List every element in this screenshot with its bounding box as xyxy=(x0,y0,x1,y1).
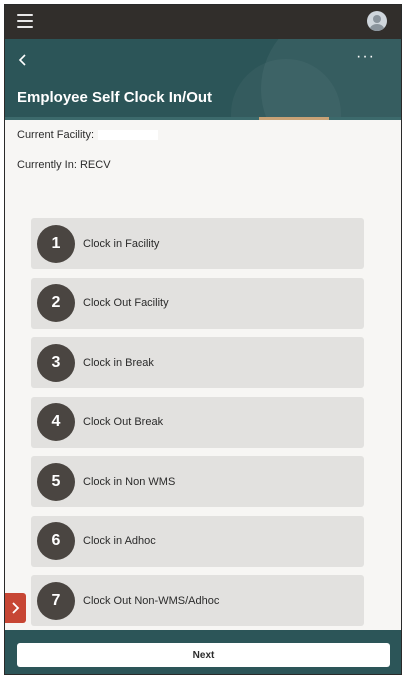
menu-item-number: 2 xyxy=(37,284,75,322)
page-header: ··· Employee Self Clock In/Out xyxy=(5,39,401,117)
menu-item-label: Clock Out Facility xyxy=(83,297,169,309)
chevron-right-icon xyxy=(12,602,20,614)
menu-item-clock-in-facility[interactable]: 1 Clock in Facility xyxy=(31,218,364,269)
menu-item-label: Clock in Non WMS xyxy=(83,475,176,488)
footer-bar: Next xyxy=(5,630,401,674)
redacted-facility-value xyxy=(98,130,159,141)
top-app-bar xyxy=(5,5,401,39)
more-options-button[interactable]: ··· xyxy=(356,49,375,68)
menu-item-clock-out-non-wms-adhoc[interactable]: 7 Clock Out Non-WMS/Adhoc xyxy=(31,575,364,626)
menu-item-label: Clock in Facility xyxy=(83,237,160,250)
menu-item-number: 7 xyxy=(37,581,75,620)
menu-item-label: Clock Out Break xyxy=(83,416,164,428)
back-button[interactable] xyxy=(15,52,31,68)
next-button[interactable]: Next xyxy=(17,643,390,667)
chevron-left-icon xyxy=(18,54,26,66)
menu-item-clock-out-break[interactable]: 4 Clock Out Break xyxy=(31,396,364,448)
menu-item-number: 1 xyxy=(37,224,75,263)
menu-item-label: Clock in Break xyxy=(83,356,154,369)
menu-item-label: Clock Out Non-WMS/Adhoc xyxy=(83,594,220,607)
hamburger-icon[interactable] xyxy=(17,14,33,28)
currently-in-status: Currently In: RECV xyxy=(17,159,111,171)
side-drawer-toggle[interactable] xyxy=(5,593,26,623)
menu-item-clock-out-facility[interactable]: 2 Clock Out Facility xyxy=(31,277,364,329)
page-title: Employee Self Clock In/Out xyxy=(17,89,213,106)
menu-item-label: Clock in Adhoc xyxy=(83,535,156,547)
menu-item-number: 6 xyxy=(37,522,75,560)
menu-item-clock-in-adhoc[interactable]: 6 Clock in Adhoc xyxy=(31,515,364,567)
menu-item-clock-in-break[interactable]: 3 Clock in Break xyxy=(31,337,364,388)
clock-options-list: 1 Clock in Facility 2 Clock Out Facility… xyxy=(31,218,364,635)
current-facility-label: Current Facility: xyxy=(17,129,95,141)
menu-item-number: 5 xyxy=(37,462,75,501)
menu-item-number: 4 xyxy=(37,403,75,441)
current-facility: Current Facility: xyxy=(17,129,159,141)
app-frame: ··· Employee Self Clock In/Out Current F… xyxy=(4,4,402,675)
header-divider xyxy=(5,117,401,120)
user-avatar-icon[interactable] xyxy=(367,11,387,31)
menu-item-clock-in-non-wms[interactable]: 5 Clock in Non WMS xyxy=(31,456,364,507)
menu-item-number: 3 xyxy=(37,343,75,382)
